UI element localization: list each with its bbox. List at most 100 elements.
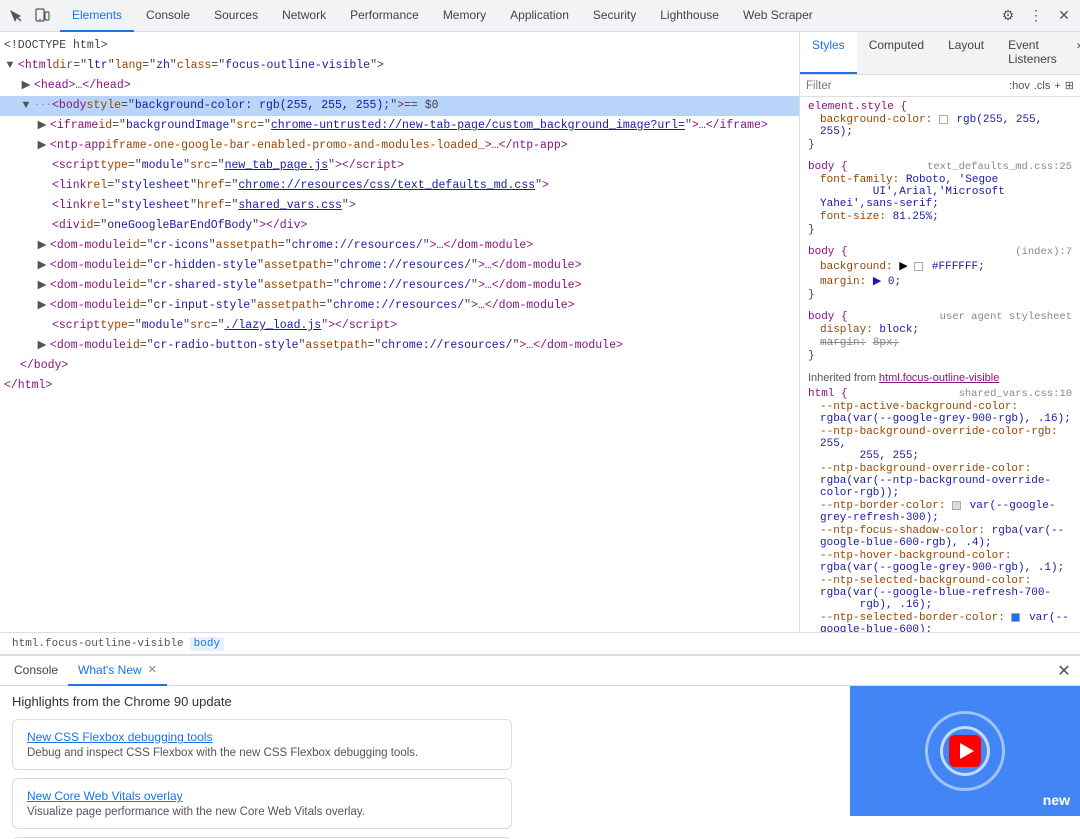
element-style-selector: element.style {: [808, 101, 1072, 113]
margin-prop: margin: ▶ 0;: [808, 274, 1072, 288]
tab-application[interactable]: Application: [498, 0, 581, 32]
closing-html-line: </html>: [0, 376, 799, 396]
html-head-line[interactable]: ▶ <head>…</head>: [0, 76, 799, 96]
styles-filter-bar: :hov .cls + ⊞: [800, 75, 1080, 97]
tab-network[interactable]: Network: [270, 0, 338, 32]
video-thumbnail[interactable]: new: [850, 686, 1080, 816]
news-card-flexbox: New CSS Flexbox debugging tools Debug an…: [12, 719, 512, 770]
whats-new-close-icon[interactable]: ✕: [148, 663, 157, 676]
border-color-swatch[interactable]: [952, 501, 961, 510]
filter-cls-badge[interactable]: .cls: [1034, 80, 1051, 92]
event-listeners-tab[interactable]: Event Listeners: [996, 32, 1069, 74]
news-card-webvitals-link[interactable]: New Core Web Vitals overlay: [27, 789, 497, 803]
video-circle-inner: [940, 726, 990, 776]
styles-panel: Styles Computed Layout Event Listeners »…: [800, 32, 1080, 632]
play-triangle-icon: [960, 743, 974, 759]
bg-color-swatch[interactable]: [939, 115, 948, 124]
background-prop: background: ▶ #FFFFFF;: [808, 259, 1072, 273]
display-prop: display: block;: [808, 324, 1072, 336]
styles-filter-input[interactable]: [806, 80, 1005, 92]
inherited-from-link[interactable]: html.focus-outline-visible: [879, 372, 999, 384]
html-toggle[interactable]: ▼: [4, 60, 16, 72]
tab-console[interactable]: Console: [134, 0, 202, 32]
html-doctype-line: <!DOCTYPE html>: [0, 36, 799, 56]
html-shared-vars-rule: html { shared_vars.css:10 --ntp-active-b…: [808, 388, 1072, 632]
more-tools-button[interactable]: ⋮: [1024, 4, 1048, 28]
tab-web-scraper[interactable]: Web Scraper: [731, 0, 825, 32]
link-href-shared-vars[interactable]: shared_vars.css: [238, 199, 342, 212]
link-text-defaults-line[interactable]: <link rel="stylesheet" href="chrome://re…: [0, 176, 799, 196]
dom-radio-toggle[interactable]: ▶: [36, 340, 48, 352]
iframe-toggle[interactable]: ▶: [36, 120, 48, 132]
dom-hidden-toggle[interactable]: ▶: [36, 260, 48, 272]
div-onegooglebar-line[interactable]: <div id="oneGoogleBarEndOfBody" ></div>: [0, 216, 799, 236]
dom-module-cr-radio-line[interactable]: ▶ <dom-module id="cr-radio-button-style"…: [0, 336, 799, 356]
filter-layout-badge[interactable]: ⊞: [1065, 79, 1074, 92]
dom-shared-toggle[interactable]: ▶: [36, 280, 48, 292]
font-family-prop: font-family: Roboto, 'Segoe UI',Arial,'M…: [808, 174, 1072, 210]
script-src-link[interactable]: new_tab_page.js: [225, 159, 329, 172]
link-href-text-defaults[interactable]: chrome://resources/css/text_defaults_md.…: [238, 179, 535, 192]
ntp-border-color-prop: --ntp-border-color: var(--google-grey-re…: [808, 500, 1072, 524]
html-root-line[interactable]: ▼ <html dir="ltr" lang="zh" class="focus…: [0, 56, 799, 76]
iframe-src-link[interactable]: chrome-untrusted://new-tab-page/custom_b…: [271, 119, 685, 132]
tab-memory[interactable]: Memory: [431, 0, 498, 32]
dom-icons-toggle[interactable]: ▶: [36, 240, 48, 252]
breadcrumb-item-html[interactable]: html.focus-outline-visible: [8, 637, 188, 651]
tab-elements[interactable]: Elements: [60, 0, 134, 32]
tab-performance[interactable]: Performance: [338, 0, 431, 32]
script-lazy-load-line[interactable]: <script type="module" src="./lazy_load.j…: [0, 316, 799, 336]
drawer-tab-console[interactable]: Console: [4, 656, 68, 686]
link-shared-vars-line[interactable]: <link rel="stylesheet" href="shared_vars…: [0, 196, 799, 216]
styles-tabs-bar: Styles Computed Layout Event Listeners »: [800, 32, 1080, 75]
video-panel: new: [850, 686, 1080, 839]
inspect-element-button[interactable]: [4, 4, 28, 28]
dom-input-toggle[interactable]: ▶: [36, 300, 48, 312]
html-body-line[interactable]: ▼ ··· <body style="background-color: rgb…: [0, 96, 799, 116]
news-card-flexbox-link[interactable]: New CSS Flexbox debugging tools: [27, 730, 497, 744]
script-module-line[interactable]: <script type="module" src="new_tab_page.…: [0, 156, 799, 176]
dom-module-cr-input-line[interactable]: ▶ <dom-module id="cr-input-style" assetp…: [0, 296, 799, 316]
computed-tab[interactable]: Computed: [857, 32, 936, 74]
dom-module-cr-shared-line[interactable]: ▶ <dom-module id="cr-shared-style" asset…: [0, 276, 799, 296]
ntp-toggle[interactable]: ▶: [36, 140, 48, 152]
toolbar-right-icons: ⚙ ⋮ ✕: [990, 4, 1076, 28]
ntp-bg-override-prop: --ntp-background-override-color: rgba(va…: [808, 463, 1072, 499]
tab-lighthouse[interactable]: Lighthouse: [648, 0, 731, 32]
margin-ua-prop: margin: 8px;: [808, 337, 1072, 349]
breadcrumb-item-body[interactable]: body: [190, 637, 224, 651]
settings-button[interactable]: ⚙: [996, 4, 1020, 28]
bottom-drawer: Console What's New ✕ ✕ Highlights from t…: [0, 654, 1080, 839]
body-toggle[interactable]: ▼: [20, 100, 32, 112]
filter-add-badge[interactable]: +: [1054, 80, 1060, 92]
device-toggle-button[interactable]: [30, 4, 54, 28]
devtools-toolbar: Elements Console Sources Network Perform…: [0, 0, 1080, 32]
styles-content: element.style { background-color: rgb(25…: [800, 97, 1080, 632]
selected-border-swatch[interactable]: [1011, 613, 1020, 622]
styles-tab[interactable]: Styles: [800, 32, 857, 74]
tab-security[interactable]: Security: [581, 0, 648, 32]
video-circle-outer: [925, 711, 1005, 791]
news-card-flexbox-desc: Debug and inspect CSS Flexbox with the n…: [27, 747, 497, 759]
filter-hov-badge[interactable]: :hov: [1009, 80, 1030, 92]
background-swatch[interactable]: [914, 262, 923, 271]
dom-module-cr-icons-line[interactable]: ▶ <dom-module id="cr-icons" assetpath="c…: [0, 236, 799, 256]
dom-module-cr-hidden-line[interactable]: ▶ <dom-module id="cr-hidden-style" asset…: [0, 256, 799, 276]
layout-tab[interactable]: Layout: [936, 32, 996, 74]
play-button[interactable]: [949, 735, 981, 767]
styles-tabs-more[interactable]: »: [1069, 32, 1080, 74]
close-devtools-button[interactable]: ✕: [1052, 4, 1076, 28]
iframe-line[interactable]: ▶ <iframe id="backgroundImage" src="chro…: [0, 116, 799, 136]
tab-sources[interactable]: Sources: [202, 0, 270, 32]
ntp-hover-bg-prop: --ntp-hover-background-color: rgba(var(-…: [808, 550, 1072, 574]
elements-panel[interactable]: <!DOCTYPE html> ▼ <html dir="ltr" lang="…: [0, 32, 800, 632]
whats-new-panel: Highlights from the Chrome 90 update New…: [0, 686, 850, 839]
element-style-rule: element.style { background-color: rgb(25…: [808, 101, 1072, 151]
closing-body-line: </body>: [0, 356, 799, 376]
drawer-close-button[interactable]: ✕: [1052, 659, 1076, 683]
head-toggle[interactable]: ▶: [20, 80, 32, 92]
ntp-app-line[interactable]: ▶ <ntp-app iframe-one-google-bar-enabled…: [0, 136, 799, 156]
lazy-load-link[interactable]: ./lazy_load.js: [225, 319, 322, 332]
drawer-tab-whats-new[interactable]: What's New ✕: [68, 656, 167, 686]
body-index-rule: body { (index):7 background: ▶ #FFFFFF; …: [808, 246, 1072, 301]
